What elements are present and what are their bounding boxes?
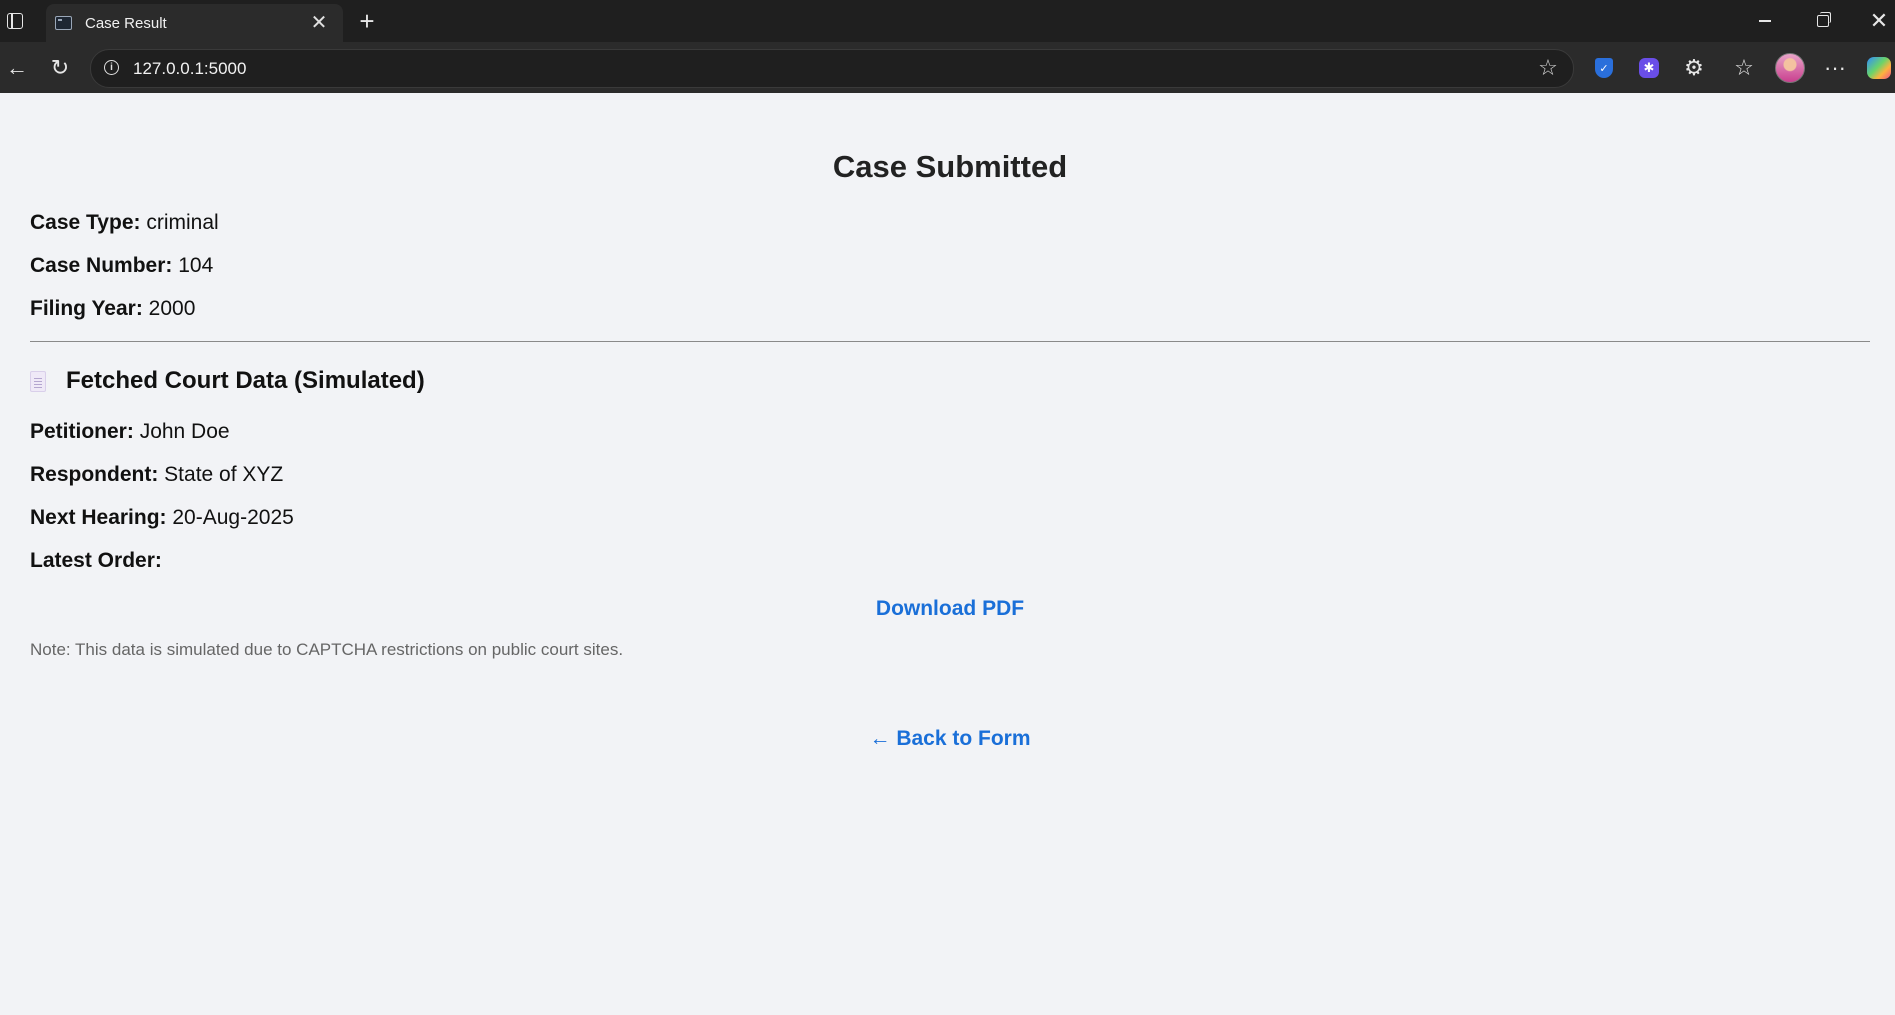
next-hearing-field: Next Hearing: 20-Aug-2025	[30, 506, 294, 530]
back-to-form-link[interactable]: ← Back to Form	[0, 727, 1895, 751]
tab-title: Case Result	[85, 14, 167, 32]
divider	[30, 341, 1870, 342]
new-tab-icon[interactable]: +	[352, 6, 382, 36]
more-menu-icon[interactable]: ···	[1818, 51, 1852, 85]
browser-tab-bar: Case Result ✕ + ✕	[0, 0, 1895, 42]
field-value: 104	[178, 254, 214, 277]
extensions-puzzle-icon[interactable]: ⚙	[1677, 51, 1711, 85]
copilot-icon[interactable]	[1862, 51, 1895, 85]
field-label: Petitioner:	[30, 420, 134, 443]
page-content: Case Submitted Case Type: criminal Case …	[0, 93, 1895, 1015]
field-label: Case Number:	[30, 254, 173, 277]
address-bar[interactable]: i 127.0.0.1:5000 ☆	[90, 49, 1574, 88]
simulation-note: Note: This data is simulated due to CAPT…	[30, 640, 624, 659]
respondent-field: Respondent: State of XYZ	[30, 463, 283, 487]
restore-icon[interactable]	[1800, 0, 1846, 42]
bookmark-star-icon[interactable]: ☆	[1533, 53, 1563, 83]
case-type-field: Case Type: criminal	[30, 211, 219, 235]
field-value: 20-Aug-2025	[172, 506, 294, 529]
field-label: Respondent:	[30, 463, 159, 486]
download-pdf-link[interactable]: Download PDF	[0, 597, 1895, 621]
document-icon	[30, 370, 46, 392]
browser-toolbar: ← ↻ i 127.0.0.1:5000 ☆ ✓ ✱ ⚙ ☆ ···	[0, 42, 1895, 93]
shield-extension-icon[interactable]: ✓	[1587, 51, 1621, 85]
profile-avatar[interactable]	[1773, 51, 1807, 85]
field-value: State of XYZ	[164, 463, 284, 486]
field-label: Filing Year:	[30, 297, 143, 320]
case-number-field: Case Number: 104	[30, 254, 213, 278]
minimize-icon[interactable]	[1742, 0, 1788, 42]
back-arrow-icon[interactable]: ←	[0, 51, 34, 85]
petitioner-field: Petitioner: John Doe	[30, 420, 230, 444]
court-data-heading: Fetched Court Data (Simulated)	[30, 367, 425, 395]
tab-close-icon[interactable]: ✕	[307, 11, 331, 35]
favorites-icon[interactable]: ☆	[1727, 51, 1761, 85]
field-label: Next Hearing:	[30, 506, 167, 529]
field-value: John Doe	[139, 420, 230, 443]
latest-order-field: Latest Order:	[30, 549, 162, 573]
terminal-favicon-icon	[55, 16, 72, 30]
field-label: Latest Order:	[30, 549, 162, 572]
browser-tab[interactable]: Case Result ✕	[46, 4, 343, 42]
reload-icon[interactable]: ↻	[43, 51, 77, 85]
filing-year-field: Filing Year: 2000	[30, 297, 195, 321]
field-value: criminal	[146, 211, 219, 234]
section-title-text: Fetched Court Data (Simulated)	[66, 367, 425, 394]
field-label: Case Type:	[30, 211, 141, 234]
purple-extension-icon[interactable]: ✱	[1632, 51, 1666, 85]
field-value: 2000	[148, 297, 196, 320]
sidebar-toggle-icon[interactable]	[0, 0, 30, 42]
site-info-icon[interactable]: i	[104, 60, 119, 75]
page-title: Case Submitted	[832, 149, 1068, 184]
url-text[interactable]: 127.0.0.1:5000	[133, 59, 246, 79]
window-close-icon[interactable]: ✕	[1856, 0, 1895, 42]
